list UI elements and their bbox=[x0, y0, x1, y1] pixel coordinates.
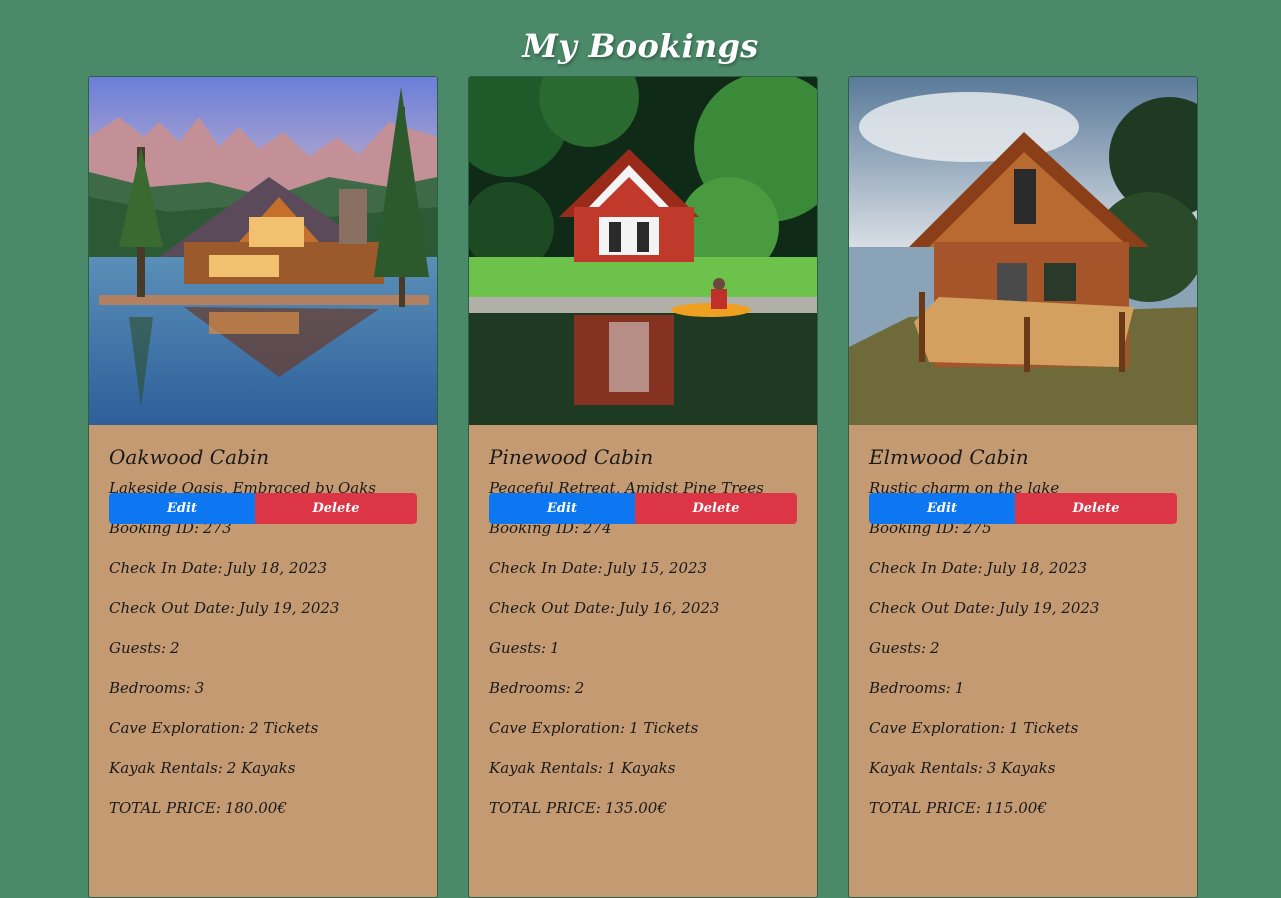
booking-actions: Edit Delete bbox=[869, 493, 1177, 524]
edit-button[interactable]: Edit bbox=[869, 493, 1015, 524]
cave-exploration-value: 1 Tickets bbox=[1009, 719, 1079, 737]
kayak-rentals-value: 3 Kayaks bbox=[986, 759, 1056, 777]
bedrooms-value: 3 bbox=[194, 679, 205, 697]
booking-details: Pinewood Cabin Peaceful Retreat, Amidst … bbox=[469, 425, 817, 818]
check-in-date: Check In Date: July 18, 2023 bbox=[869, 558, 1177, 578]
cave-exploration-value: 1 Tickets bbox=[629, 719, 699, 737]
cabin-photo bbox=[469, 77, 817, 425]
cabin-name: Oakwood Cabin bbox=[109, 445, 270, 469]
guests-value: 1 bbox=[550, 639, 560, 657]
check-out-date: Check Out Date: July 19, 2023 bbox=[869, 598, 1177, 618]
check-out-date: Check Out Date: July 19, 2023 bbox=[109, 598, 417, 618]
guests: Guests: 1 bbox=[489, 638, 797, 658]
edit-button[interactable]: Edit bbox=[489, 493, 635, 524]
total-price: TOTAL PRICE: 135.00€ bbox=[489, 798, 797, 818]
booking-card: Oakwood Cabin Lakeside Oasis, Embraced b… bbox=[88, 76, 438, 898]
cabin-photo bbox=[89, 77, 437, 425]
check-out-label: Check Out Date: bbox=[869, 599, 995, 617]
guests-label: Guests: bbox=[869, 639, 926, 657]
check-out-label: Check Out Date: bbox=[489, 599, 615, 617]
bedrooms-label: Bedrooms: bbox=[869, 679, 951, 697]
kayak-rentals: Kayak Rentals: 2 Kayaks bbox=[109, 758, 417, 778]
booking-actions: Edit Delete bbox=[489, 493, 797, 524]
kayak-rentals: Kayak Rentals: 3 Kayaks bbox=[869, 758, 1177, 778]
check-out-value: July 19, 2023 bbox=[238, 599, 340, 617]
check-in-label: Check In Date: bbox=[869, 559, 983, 577]
check-in-label: Check In Date: bbox=[489, 559, 603, 577]
total-price-label: TOTAL PRICE: bbox=[489, 799, 601, 817]
check-in-value: July 18, 2023 bbox=[226, 559, 328, 577]
bedrooms: Bedrooms: 3 bbox=[109, 678, 417, 698]
bookings-list: Oakwood Cabin Lakeside Oasis, Embraced b… bbox=[88, 76, 1198, 898]
booking-actions: Edit Delete bbox=[109, 493, 417, 524]
guests: Guests: 2 bbox=[869, 638, 1177, 658]
guests-label: Guests: bbox=[109, 639, 166, 657]
bedrooms-label: Bedrooms: bbox=[489, 679, 571, 697]
check-out-label: Check Out Date: bbox=[109, 599, 235, 617]
total-price-value: 135.00€ bbox=[604, 799, 667, 817]
check-out-value: July 16, 2023 bbox=[618, 599, 720, 617]
guests-value: 2 bbox=[930, 639, 940, 657]
check-in-value: July 15, 2023 bbox=[606, 559, 708, 577]
cave-exploration: Cave Exploration: 1 Tickets bbox=[489, 718, 797, 738]
total-price-label: TOTAL PRICE: bbox=[109, 799, 221, 817]
bedrooms-label: Bedrooms: bbox=[109, 679, 191, 697]
bedrooms: Bedrooms: 1 bbox=[869, 678, 1177, 698]
bedrooms: Bedrooms: 2 bbox=[489, 678, 797, 698]
guests-label: Guests: bbox=[489, 639, 546, 657]
kayak-rentals-label: Kayak Rentals: bbox=[109, 759, 223, 777]
booking-card: Elmwood Cabin Rustic charm on the lake B… bbox=[848, 76, 1198, 898]
booking-details: Elmwood Cabin Rustic charm on the lake B… bbox=[849, 425, 1197, 818]
cave-exploration-label: Cave Exploration: bbox=[869, 719, 1006, 737]
kayak-rentals-value: 2 Kayaks bbox=[226, 759, 296, 777]
total-price: TOTAL PRICE: 115.00€ bbox=[869, 798, 1177, 818]
check-in-label: Check In Date: bbox=[109, 559, 223, 577]
cave-exploration: Cave Exploration: 1 Tickets bbox=[869, 718, 1177, 738]
check-out-value: July 19, 2023 bbox=[998, 599, 1100, 617]
bedrooms-value: 1 bbox=[954, 679, 965, 697]
bedrooms-value: 2 bbox=[574, 679, 585, 697]
total-price-label: TOTAL PRICE: bbox=[869, 799, 981, 817]
check-in-date: Check In Date: July 18, 2023 bbox=[109, 558, 417, 578]
booking-card: Pinewood Cabin Peaceful Retreat, Amidst … bbox=[468, 76, 818, 898]
page-title: My Bookings bbox=[522, 27, 759, 66]
check-in-value: July 18, 2023 bbox=[986, 559, 1088, 577]
kayak-rentals: Kayak Rentals: 1 Kayaks bbox=[489, 758, 797, 778]
kayak-rentals-value: 1 Kayaks bbox=[606, 759, 676, 777]
cabin-name: Pinewood Cabin bbox=[489, 445, 654, 469]
check-out-date: Check Out Date: July 16, 2023 bbox=[489, 598, 797, 618]
delete-button[interactable]: Delete bbox=[1015, 493, 1177, 524]
kayak-rentals-label: Kayak Rentals: bbox=[869, 759, 983, 777]
cave-exploration-label: Cave Exploration: bbox=[109, 719, 246, 737]
edit-button[interactable]: Edit bbox=[109, 493, 255, 524]
delete-button[interactable]: Delete bbox=[635, 493, 797, 524]
total-price: TOTAL PRICE: 180.00€ bbox=[109, 798, 417, 818]
guests: Guests: 2 bbox=[109, 638, 417, 658]
cave-exploration-value: 2 Tickets bbox=[249, 719, 319, 737]
check-in-date: Check In Date: July 15, 2023 bbox=[489, 558, 797, 578]
cave-exploration-label: Cave Exploration: bbox=[489, 719, 626, 737]
cabin-name: Elmwood Cabin bbox=[869, 445, 1029, 469]
booking-details: Oakwood Cabin Lakeside Oasis, Embraced b… bbox=[89, 425, 437, 818]
delete-button[interactable]: Delete bbox=[255, 493, 417, 524]
guests-value: 2 bbox=[170, 639, 180, 657]
cave-exploration: Cave Exploration: 2 Tickets bbox=[109, 718, 417, 738]
total-price-value: 180.00€ bbox=[224, 799, 287, 817]
cabin-photo bbox=[849, 77, 1197, 425]
total-price-value: 115.00€ bbox=[984, 799, 1047, 817]
kayak-rentals-label: Kayak Rentals: bbox=[489, 759, 603, 777]
